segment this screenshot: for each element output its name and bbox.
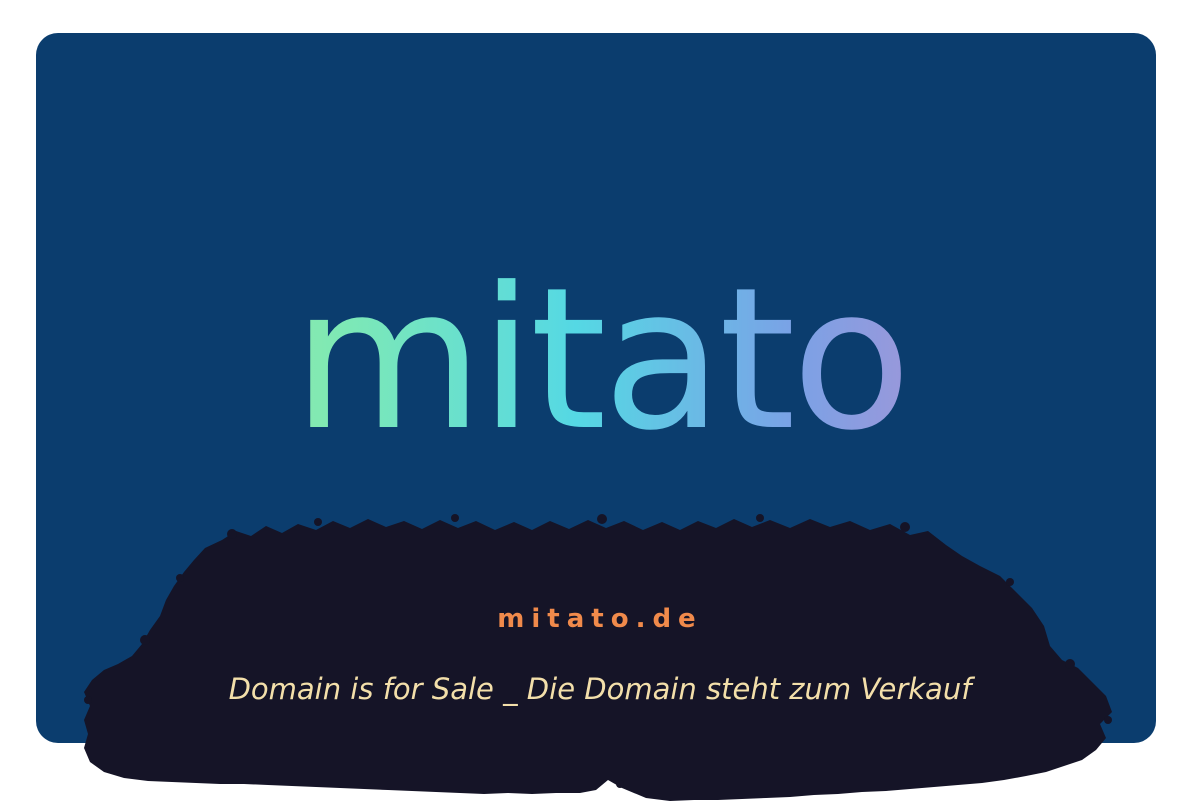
domain-name: mitato.de — [497, 604, 703, 634]
sale-notice: Domain is for Sale _ Die Domain steht zu… — [228, 672, 972, 706]
